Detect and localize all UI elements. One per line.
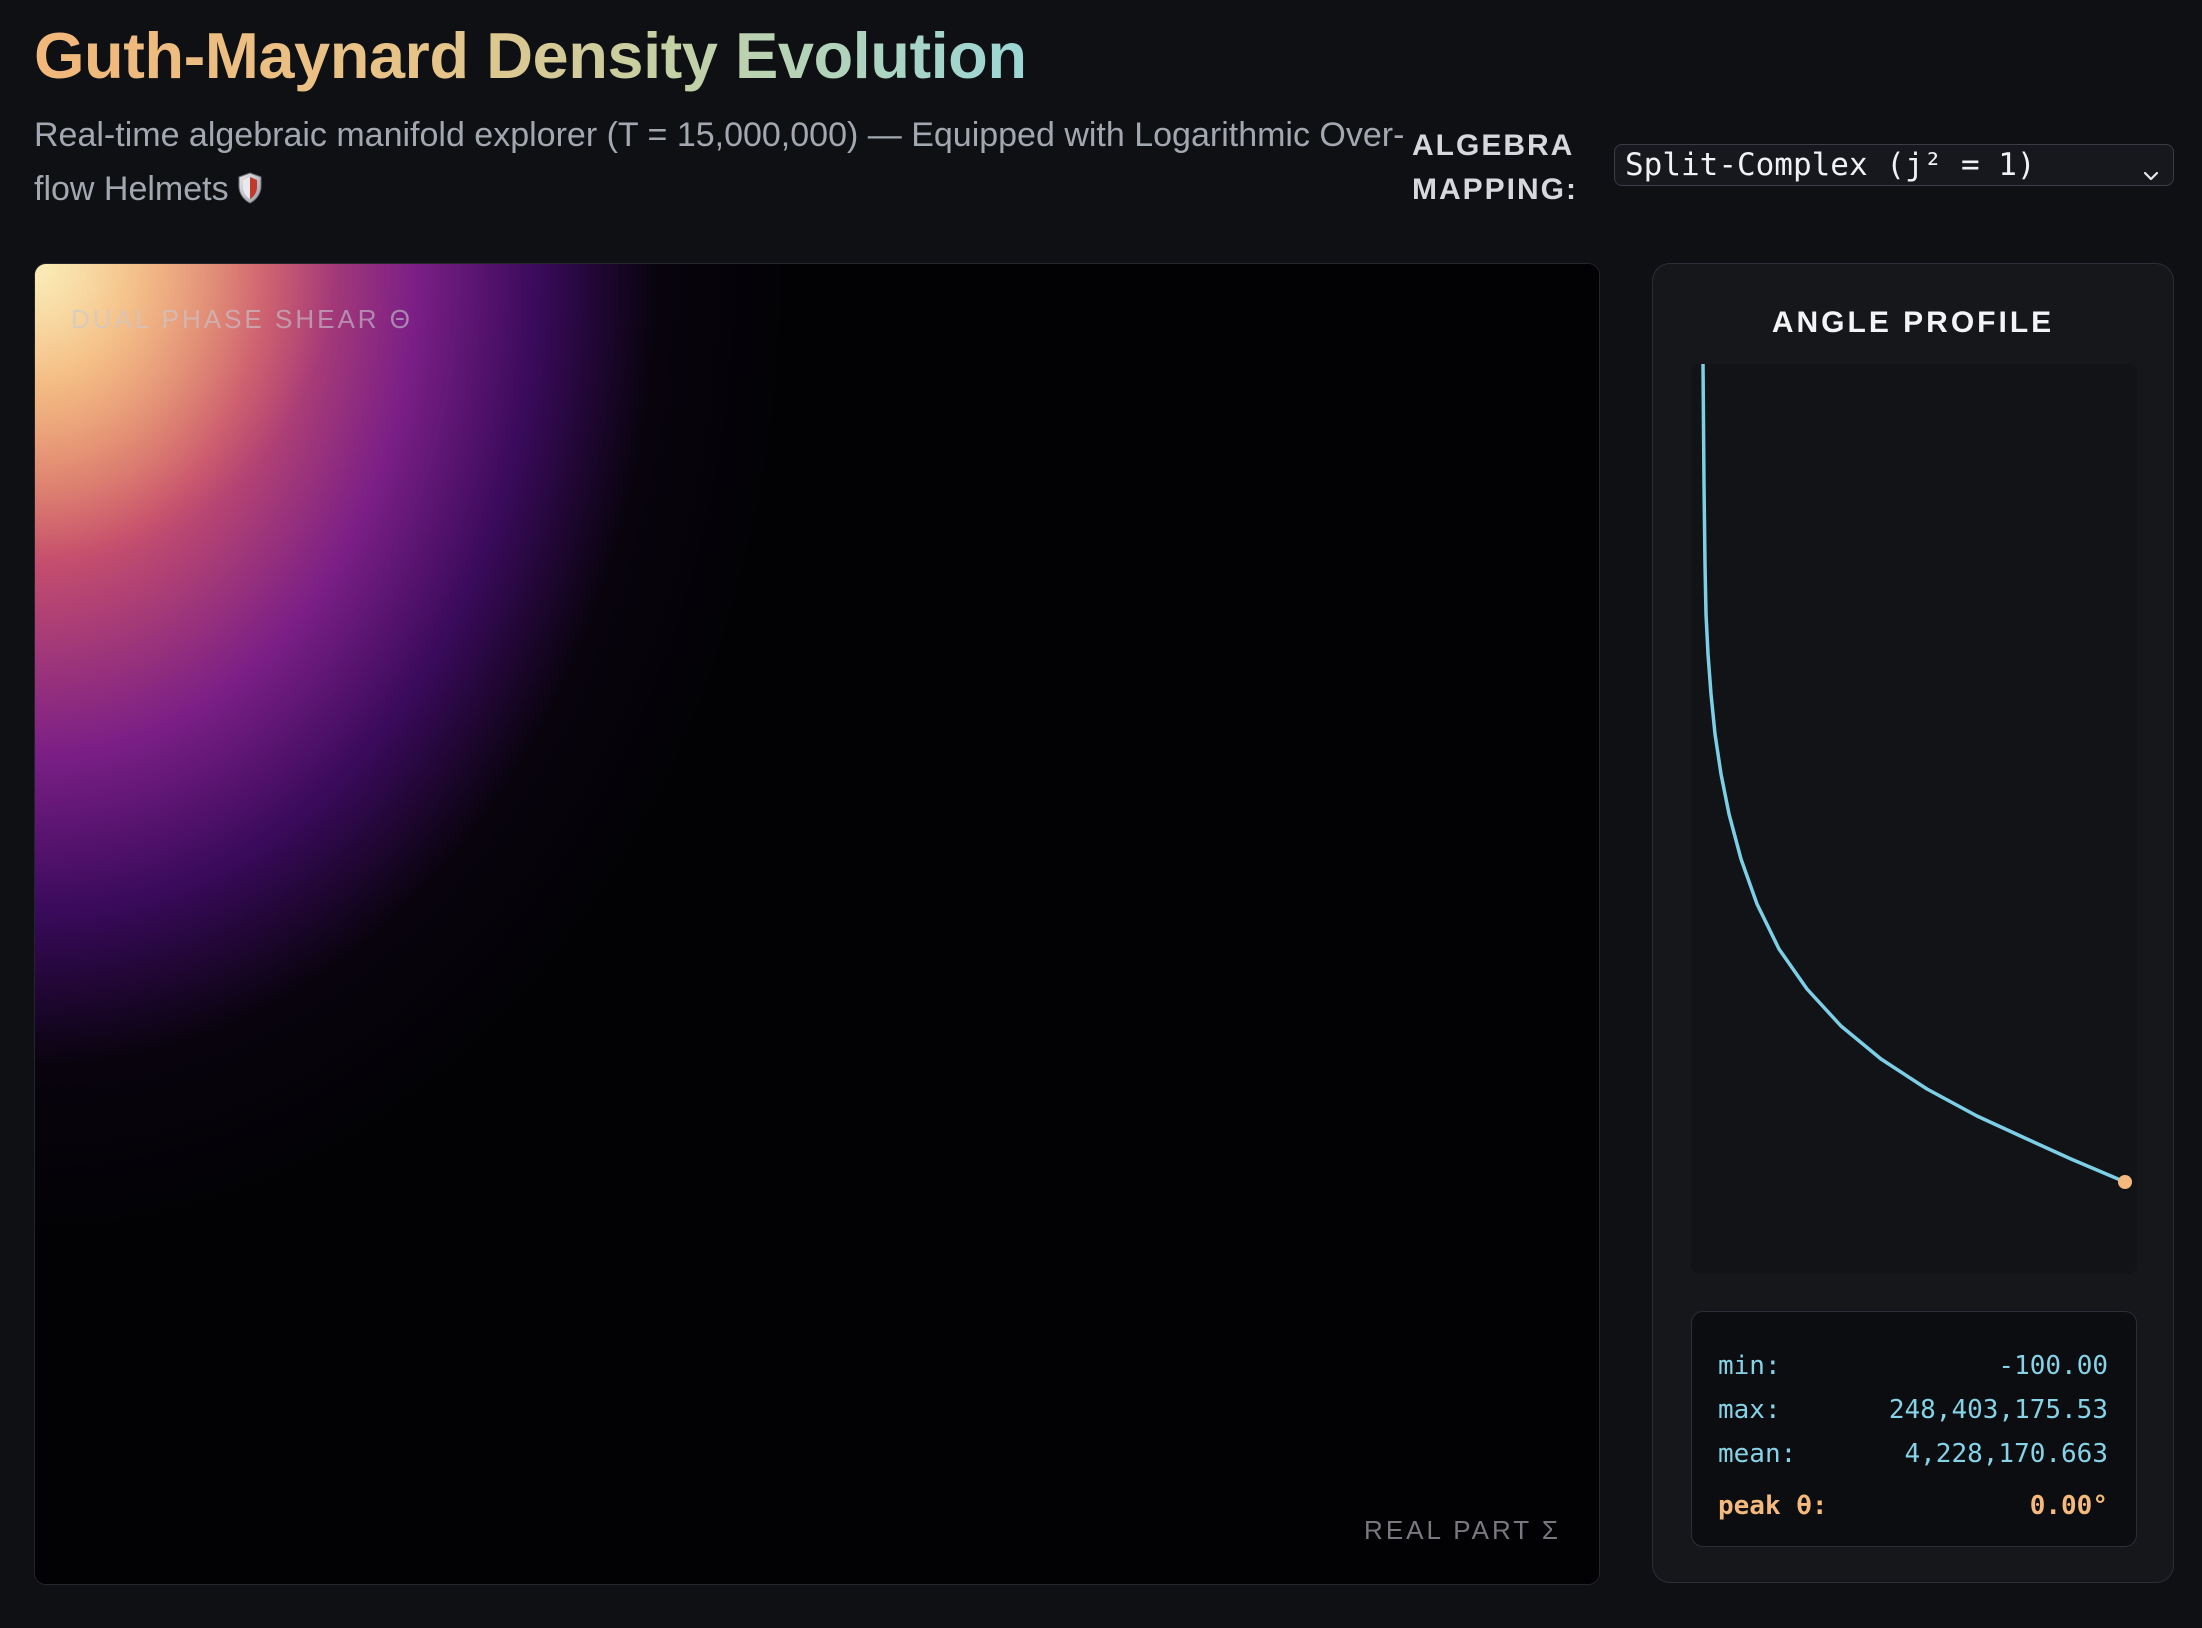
stat-peak-value: 0.00° <box>2029 1491 2108 1521</box>
stat-mean-value: 4,228,170.663 <box>1904 1439 2109 1469</box>
stat-mean-label: mean: <box>1718 1439 1797 1469</box>
stat-max-value: 248,403,175.53 <box>1888 1395 2108 1425</box>
page: Guth-Maynard Density Evolution Real-time… <box>0 0 2202 1628</box>
page-title: Guth-Maynard Density Evolution <box>34 19 1027 92</box>
angle-stats: min: -100.00 max: 248,403,175.53 mean: 4… <box>1691 1311 2137 1547</box>
stat-peak-label: peak θ: <box>1718 1491 1828 1521</box>
chevron-down-icon <box>2141 156 2161 196</box>
angle-profile-panel: ANGLE PROFILE min: -100.00 max: 248,403,… <box>1652 263 2174 1583</box>
density-heatmap <box>35 264 1599 1584</box>
algebra-mapping-select[interactable]: Split-Complex (j² = 1) <box>1614 144 2174 186</box>
density-plot[interactable]: DUAL PHASE SHEAR Θ REAL PART Σ <box>34 263 1600 1585</box>
stat-min: min: -100.00 <box>1718 1344 2108 1388</box>
angle-profile-line <box>1701 362 2127 1184</box>
peak-marker <box>2118 1175 2132 1189</box>
angle-profile-title: ANGLE PROFILE <box>1771 306 2055 339</box>
stat-peak: peak θ: 0.00° <box>1718 1484 2108 1528</box>
stat-mean: mean: 4,228,170.663 <box>1718 1432 2108 1476</box>
algebra-mapping-label: ALGEBRA MAPPING: <box>1412 124 1582 212</box>
angle-profile-chart <box>1691 362 2137 1274</box>
shield-icon <box>237 166 263 220</box>
stat-min-label: min: <box>1718 1351 1781 1381</box>
algebra-mapping-value: Split-Complex (j² = 1) <box>1625 147 2036 183</box>
stat-min-value: -100.00 <box>1998 1351 2108 1381</box>
stat-max: max: 248,403,175.53 <box>1718 1388 2108 1432</box>
x-axis-label: REAL PART Σ <box>1364 1515 1561 1545</box>
stat-max-label: max: <box>1718 1395 1781 1425</box>
angle-profile-svg <box>1701 362 2132 1189</box>
y-axis-label: DUAL PHASE SHEAR Θ <box>71 304 414 334</box>
page-subtitle: Real-time algebraic manifold explorer (T… <box>34 108 1414 220</box>
algebra-mapping-label-text: ALGEBRA MAPPING: <box>1412 129 1578 206</box>
